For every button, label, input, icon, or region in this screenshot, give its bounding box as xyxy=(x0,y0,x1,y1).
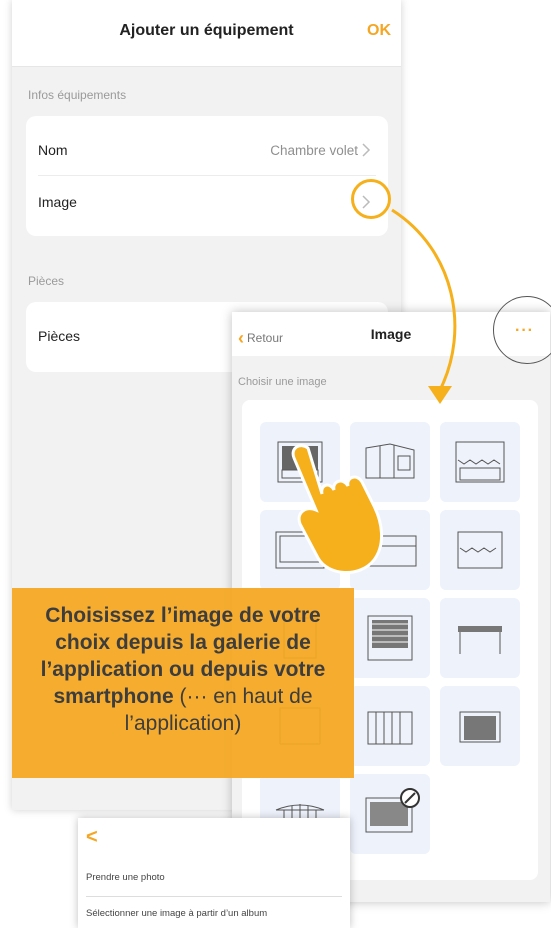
select-album-option[interactable]: Sélectionner une image à partir d’un alb… xyxy=(86,908,267,919)
info-card: Nom Chambre volet Image xyxy=(26,116,388,236)
image-tile[interactable] xyxy=(350,686,430,766)
image-tile[interactable] xyxy=(440,510,520,590)
name-row[interactable]: Nom Chambre volet xyxy=(26,122,388,180)
image-tile[interactable] xyxy=(440,598,520,678)
section-label-info: Infos équipements xyxy=(28,88,127,102)
image-tile[interactable] xyxy=(440,686,520,766)
instruction-text: Choisissez l’image de votre choix depuis… xyxy=(18,602,348,737)
garage-door-icon xyxy=(459,711,501,743)
blind-icon xyxy=(367,615,413,661)
header: Ajouter un équipement OK xyxy=(12,0,401,67)
rooms-label: Pièces xyxy=(38,328,81,344)
highlight-circle xyxy=(351,179,391,219)
image-tile[interactable] xyxy=(440,422,520,502)
chevron-right-icon xyxy=(362,143,371,157)
image-row[interactable]: Image xyxy=(26,174,388,232)
choose-image-label: Choisir une image xyxy=(238,376,327,388)
image-tile[interactable] xyxy=(350,774,430,854)
hand-pointer-icon xyxy=(291,444,383,574)
image-label: Image xyxy=(38,194,77,210)
image-tile[interactable] xyxy=(350,598,430,678)
instruction-overlay: Choisissez l’image de votre choix depuis… xyxy=(12,588,354,778)
awning-window-icon xyxy=(457,531,503,569)
awning-icon xyxy=(455,441,505,483)
gate-icon xyxy=(367,711,413,745)
screen-icon xyxy=(365,788,420,833)
take-photo-option[interactable]: Prendre une photo xyxy=(86,872,165,883)
name-label: Nom xyxy=(38,142,68,158)
section-label-rooms: Pièces xyxy=(28,274,65,288)
photo-source-sheet: < Prendre une photo Sélectionner une ima… xyxy=(78,818,350,928)
pergola-icon xyxy=(458,626,502,654)
chevron-left-icon[interactable]: < xyxy=(86,826,98,849)
divider xyxy=(86,896,342,897)
page-title: Ajouter un équipement xyxy=(119,22,294,39)
name-value: Chambre volet xyxy=(270,143,358,158)
ok-button[interactable]: OK xyxy=(367,22,391,40)
